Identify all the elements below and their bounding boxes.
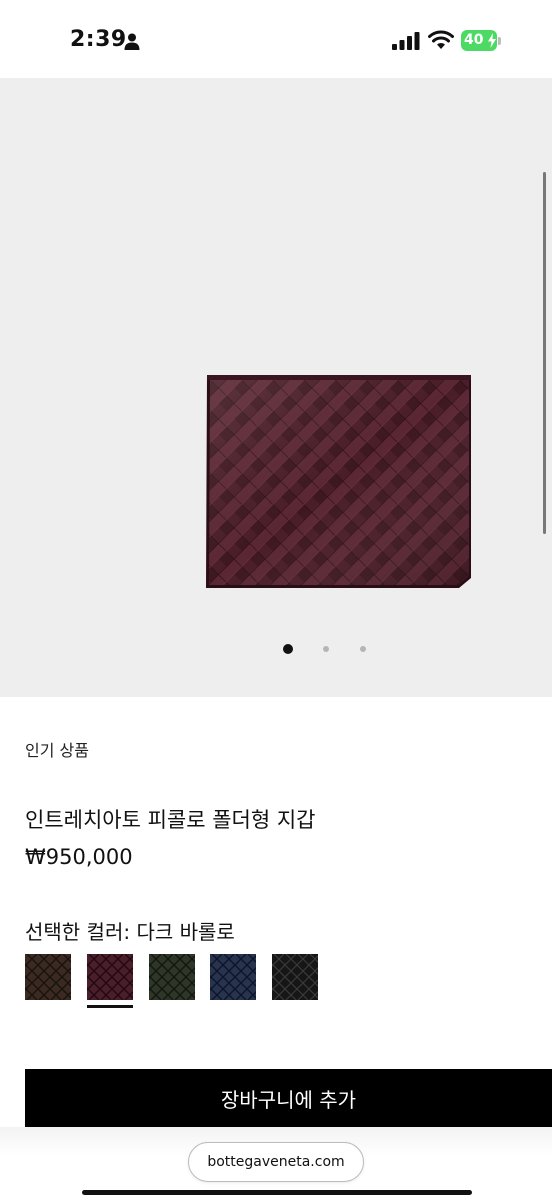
carousel-dots xyxy=(0,644,552,656)
swatch-weave-icon xyxy=(87,954,133,1000)
cellular-signal-icon xyxy=(392,32,420,50)
battery-level: 40 xyxy=(464,32,484,48)
product-title: 인트레치아토 피콜로 폴더형 지갑 xyxy=(25,808,316,832)
gallery-scrollbar[interactable] xyxy=(543,172,546,534)
person-icon xyxy=(124,33,140,50)
status-bar: 2:39 40 xyxy=(0,0,552,78)
add-to-cart-button[interactable]: 장바구니에 추가 xyxy=(25,1069,552,1127)
charging-bolt-icon xyxy=(488,33,496,48)
swatch-weave-icon xyxy=(149,954,195,1000)
selected-color-value: 다크 바롤로 xyxy=(136,920,235,944)
color-swatch-brown[interactable] xyxy=(25,954,71,1000)
swatch-weave-icon xyxy=(25,954,71,1000)
product-image-gallery[interactable] xyxy=(0,78,552,697)
swatch-weave-icon xyxy=(272,954,318,1000)
address-bar-url: bottegaveneta.com xyxy=(207,1154,345,1170)
product-price: ₩950,000 xyxy=(25,845,133,869)
popular-badge: 인기 상품 xyxy=(25,741,89,760)
add-to-cart-label: 장바구니에 추가 xyxy=(220,1087,357,1112)
status-time: 2:39 xyxy=(70,27,127,52)
selected-color: 선택한 컬러: 다크 바롤로 xyxy=(25,916,235,945)
carousel-dot-3[interactable] xyxy=(360,646,366,652)
carousel-dot-2[interactable] xyxy=(323,646,329,652)
color-swatch-dark-barolo[interactable] xyxy=(87,954,133,1000)
wallet-product-image xyxy=(206,375,471,588)
home-indicator[interactable] xyxy=(82,1190,472,1195)
selected-swatch-indicator xyxy=(87,1005,133,1008)
color-swatch-green[interactable] xyxy=(149,954,195,1000)
carousel-dot-1[interactable] xyxy=(283,644,293,654)
selected-color-label: 선택한 컬러: xyxy=(25,920,131,944)
color-swatch-navy[interactable] xyxy=(210,954,256,1000)
swatch-weave-icon xyxy=(210,954,256,1000)
address-bar[interactable]: bottegaveneta.com xyxy=(188,1142,364,1182)
color-swatch-black[interactable] xyxy=(272,954,318,1000)
product-page: 2:39 40 인기 상품 인트레치아토 피콜로 폴더형 지갑 ₩950,000… xyxy=(0,0,552,1200)
wifi-icon xyxy=(428,30,454,49)
battery-cap xyxy=(498,37,501,45)
